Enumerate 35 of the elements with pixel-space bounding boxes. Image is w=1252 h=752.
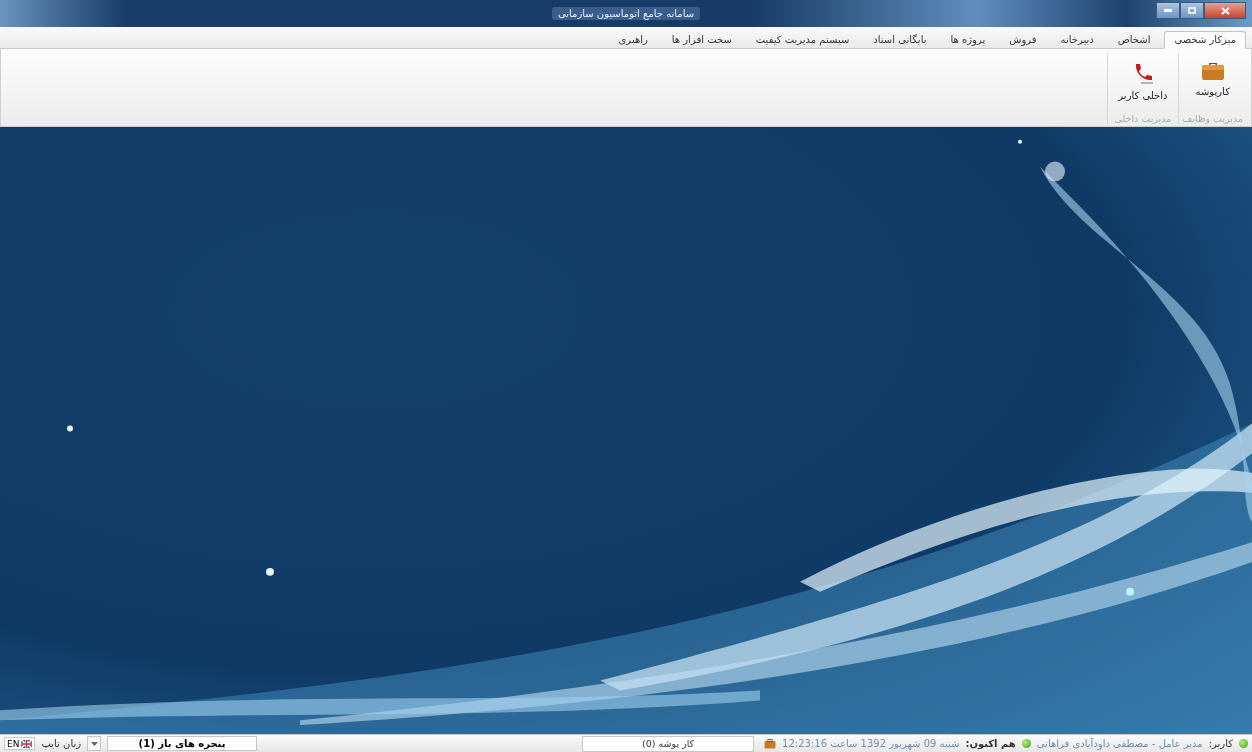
minimize-icon [1164,9,1172,12]
language-button[interactable]: EN [4,737,36,750]
ribbon-tab[interactable]: دبیرخانه [1050,31,1104,49]
ribbon-tab[interactable]: سخت افزار ها [661,31,742,49]
status-dot-icon [1239,739,1248,748]
ribbon-button[interactable]: کارپوشه [1189,53,1236,113]
ribbon-tab[interactable]: اشخاص [1107,31,1161,49]
briefcase-icon [764,738,777,749]
maximize-icon [1188,7,1196,14]
user-label: کاربر: [1208,738,1233,749]
now-label: هم اکنون: [965,738,1016,749]
ribbon-button[interactable]: داخلی کاربر [1112,53,1174,113]
ribbon-tab[interactable]: پروژه ها [940,31,996,49]
caret-icon [90,741,98,746]
minimize-button[interactable] [1156,2,1180,19]
dropdown-button[interactable] [87,736,102,751]
open-windows-button[interactable]: پنجره های باز (1) [107,736,258,751]
typing-language-label: زبان تایپ [41,738,82,749]
date-time: شنبه 09 شهریور 1392 ساعت 12:23:16 [782,738,960,749]
group-caption: مدیریت داخلی [1114,113,1172,124]
briefcase-icon [1200,61,1225,81]
maximize-button[interactable] [1180,2,1204,19]
group-caption: مدیریت وظایف [1182,113,1243,124]
ribbon-tab[interactable]: بایگانی اسناد [863,31,937,49]
user-name: مدیر عامل - مصطفی داودآبادی فراهانی [1036,738,1203,749]
ribbon-tab[interactable]: سیستم مدیریت کیفیت [745,31,860,49]
close-icon [1220,6,1230,15]
status-dot-icon [1021,739,1031,748]
inbox-field[interactable]: کار پوشه (0) [582,735,755,752]
close-button[interactable] [1204,2,1246,19]
ribbon-tab[interactable]: میزکار شخصی [1164,31,1246,49]
ribbon-tab[interactable]: راهبری [608,31,658,49]
window-title: سامانه جامع اتوماسیون سازمانی [551,7,701,20]
flag-icon [21,739,33,748]
ribbon-tab[interactable]: فروش [999,31,1047,49]
